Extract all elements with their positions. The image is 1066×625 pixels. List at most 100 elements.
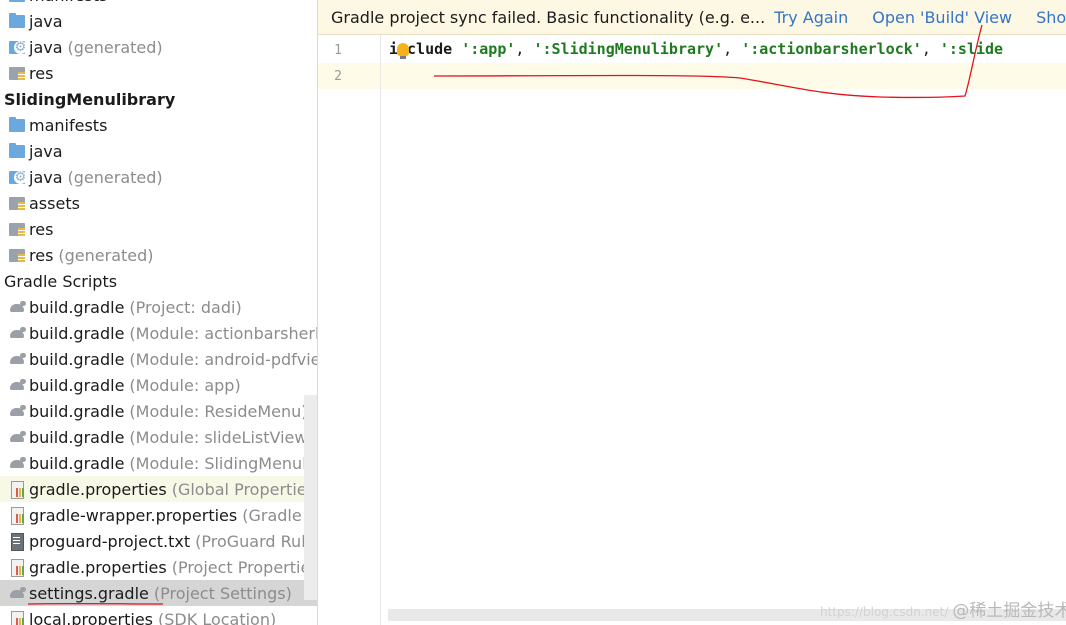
tree-item-label: gradle.properties — [29, 557, 167, 577]
tree-item[interactable]: gradle-wrapper.properties(Gradle Ver — [0, 502, 317, 528]
sync-failed-message: Gradle project sync failed. Basic functi… — [331, 7, 766, 27]
tree-item[interactable]: res (generated) — [0, 242, 317, 268]
tree-item[interactable]: java(generated) — [0, 34, 317, 60]
tree-item-label: Gradle Scripts — [4, 271, 118, 291]
gradle-gray-icon — [6, 376, 26, 394]
tree-item-label: gradle.properties — [29, 479, 167, 499]
tree-item-suffix: (generated) — [58, 245, 154, 265]
editor-gutter: 1 2 — [318, 35, 381, 625]
tree-item[interactable]: build.gradle (Module: android-pdfview — [0, 346, 317, 372]
tree-item-label: build.gradle — [29, 323, 125, 343]
tree-item-suffix: (generated) — [67, 167, 163, 187]
tree-item[interactable]: build.gradle (Module: actionbarsherlo — [0, 320, 317, 346]
keyword: clude — [407, 40, 453, 58]
editor-panel: Gradle project sync failed. Basic functi… — [318, 0, 1066, 625]
tree-item-suffix: (Module: android-pdfview — [129, 349, 317, 369]
tree-item-label: java — [29, 37, 63, 57]
line-number: 2 — [334, 69, 342, 84]
folder-blue-icon — [6, 12, 26, 30]
tree-item-label: build.gradle — [29, 349, 125, 369]
watermark: https://blog.csdn.net/@稀土掘金技术社区 — [820, 596, 1066, 621]
tree-item-label: settings.gradle — [29, 583, 149, 603]
tree-item-suffix: (Module: SlidingMenulibr — [129, 453, 317, 473]
tree-item[interactable]: build.gradle (Module: ResideMenu) — [0, 398, 317, 424]
folder-res-icon — [6, 194, 26, 212]
props-file-icon — [6, 480, 26, 499]
tree-item[interactable]: gradle.properties (Global Properties) — [0, 476, 317, 502]
tree-item[interactable]: java — [0, 8, 317, 34]
tree-item[interactable]: res — [0, 60, 317, 86]
sync-failed-banner: Gradle project sync failed. Basic functi… — [318, 0, 1066, 35]
tree-item-suffix: (Module: app) — [129, 375, 241, 395]
folder-res-icon — [6, 220, 26, 238]
tree-item-suffix: (Project Properties) — [171, 557, 317, 577]
folder-res-icon — [6, 64, 26, 82]
tree-item[interactable]: settings.gradle (Project Settings) — [0, 580, 317, 606]
txt-file-icon — [6, 532, 26, 551]
tree-item-label: manifests — [29, 115, 108, 135]
folder-blue-icon — [6, 142, 26, 160]
tree-item[interactable]: gradle.properties (Project Properties) — [0, 554, 317, 580]
tree-scrollbar-thumb[interactable] — [304, 395, 317, 600]
tree-item[interactable]: manifests — [0, 112, 317, 138]
code-line-1[interactable]: i clude ':app', ':SlidingMenulibrary', ':… — [389, 40, 1003, 58]
tree-item-suffix: (SDK Location) — [158, 609, 277, 625]
tree-item-label: assets — [29, 193, 80, 213]
try-again-link[interactable]: Try Again — [774, 8, 848, 27]
string-literal: ':app' — [461, 40, 516, 58]
props-file-icon — [6, 610, 26, 625]
gradle-gray-icon — [6, 454, 26, 472]
folder-res-icon — [6, 246, 26, 264]
open-build-view-link[interactable]: Open 'Build' View — [872, 8, 1012, 27]
tree-item[interactable]: java — [0, 138, 317, 164]
string-literal: ':slide — [939, 40, 1004, 58]
tree-item-label: build.gradle — [29, 375, 125, 395]
tree-item[interactable]: local.properties (SDK Location) — [0, 606, 317, 625]
tree-item[interactable]: Gradle Scripts — [0, 268, 317, 294]
project-tree-panel: manifestsjavajava(generated)resSlidingMe… — [0, 0, 317, 625]
tree-item-suffix: (Module: ResideMenu) — [129, 401, 308, 421]
gradle-gray-icon — [6, 350, 26, 368]
show-log-link[interactable]: Show Log — [1036, 8, 1066, 27]
tree-item[interactable]: build.gradle (Module: SlidingMenulibr — [0, 450, 317, 476]
tree-item[interactable]: proguard-project.txt (ProGuard Rules — [0, 528, 317, 554]
tree-item[interactable]: res — [0, 216, 317, 242]
tree-item[interactable]: build.gradle (Project: dadi) — [0, 294, 317, 320]
folder-gen-icon — [6, 168, 27, 186]
tree-item[interactable]: build.gradle (Module: slideListViewlibr — [0, 424, 317, 450]
props-file-icon — [6, 558, 26, 577]
gradle-gray-icon — [6, 324, 26, 342]
tree-item[interactable]: SlidingMenulibrary — [0, 86, 317, 112]
tree-item[interactable]: manifests — [0, 0, 317, 8]
tree-item-label: java — [29, 141, 63, 161]
gradle-gray-icon — [6, 428, 26, 446]
gradle-gray-icon — [6, 584, 26, 602]
gradle-gray-icon — [6, 402, 26, 420]
tree-item-label: java — [29, 167, 63, 187]
separator: , — [921, 40, 940, 58]
tree-item-suffix: (generated) — [67, 37, 163, 57]
tree-item-suffix: (Global Properties) — [171, 479, 317, 499]
tree-item-label: res — [29, 219, 54, 239]
tree-item-label: build.gradle — [29, 297, 125, 317]
separator: , — [515, 40, 534, 58]
tree-item-suffix: (Project: dadi) — [129, 297, 242, 317]
tree-item-label: SlidingMenulibrary — [4, 89, 176, 109]
tree-item-label: local.properties — [29, 609, 154, 625]
tree-item-suffix: (ProGuard Rules — [195, 531, 317, 551]
folder-blue-icon — [6, 0, 26, 4]
tree-item[interactable]: build.gradle (Module: app) — [0, 372, 317, 398]
watermark-text: @稀土掘金技术社区 — [952, 601, 1066, 621]
tree-item-label: build.gradle — [29, 401, 125, 421]
tree-item-suffix: (Project Settings) — [153, 583, 292, 603]
line-number: 1 — [334, 43, 342, 58]
lightbulb-icon[interactable] — [397, 43, 409, 59]
tree-item-label: build.gradle — [29, 453, 125, 473]
tree-item-label: proguard-project.txt — [29, 531, 191, 551]
tree-item[interactable]: assets — [0, 190, 317, 216]
tree-item[interactable]: java(generated) — [0, 164, 317, 190]
gradle-gray-icon — [6, 298, 26, 316]
tree-item-label: manifests — [29, 0, 107, 5]
props-file-icon — [6, 506, 26, 525]
separator: , — [723, 40, 742, 58]
